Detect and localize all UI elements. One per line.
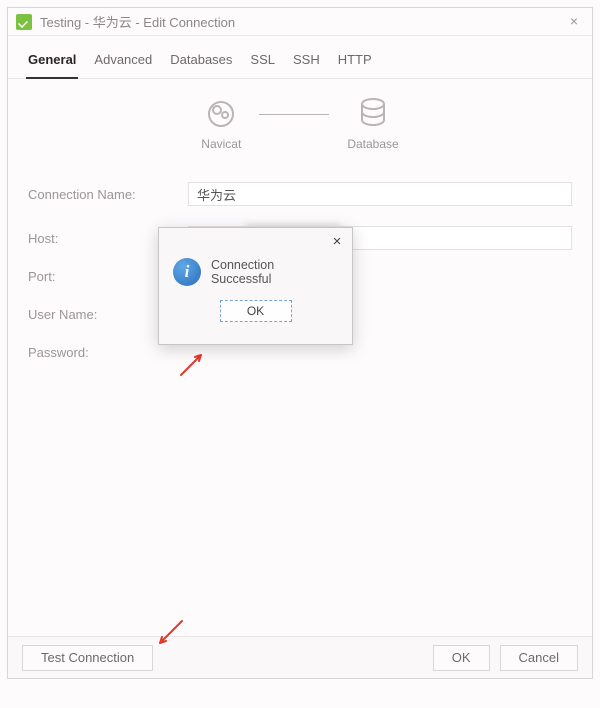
close-icon[interactable]: ×: [564, 12, 584, 32]
tab-bar: General Advanced Databases SSL SSH HTTP: [8, 36, 592, 79]
connection-result-dialog: × i Connection Successful OK: [158, 227, 353, 345]
ok-button[interactable]: OK: [433, 645, 490, 671]
footer: Test Connection OK Cancel: [8, 636, 592, 678]
window-title: Testing - 华为云 - Edit Connection: [40, 12, 564, 31]
dialog-close-icon[interactable]: ×: [328, 234, 346, 252]
tab-http[interactable]: HTTP: [336, 46, 374, 78]
tab-databases[interactable]: Databases: [168, 46, 234, 78]
diagram-database-label: Database: [347, 137, 398, 151]
titlebar: Testing - 华为云 - Edit Connection ×: [8, 8, 592, 36]
dialog-message: Connection Successful: [211, 258, 338, 286]
info-icon: i: [173, 258, 201, 286]
connection-name-input[interactable]: [188, 182, 572, 206]
tab-advanced[interactable]: Advanced: [92, 46, 154, 78]
navicat-icon: [204, 97, 238, 131]
diagram-navicat-label: Navicat: [201, 137, 241, 151]
database-icon: [358, 97, 388, 131]
password-label: Password:: [28, 345, 188, 360]
cancel-button[interactable]: Cancel: [500, 645, 578, 671]
diagram-connector: [259, 114, 329, 115]
dialog-ok-button[interactable]: OK: [220, 300, 292, 322]
tab-ssh[interactable]: SSH: [291, 46, 322, 78]
diagram-database: Database: [347, 97, 398, 151]
tab-general[interactable]: General: [26, 46, 78, 79]
test-connection-button[interactable]: Test Connection: [22, 645, 153, 671]
connection-name-label: Connection Name:: [28, 187, 188, 202]
app-icon: [16, 14, 32, 30]
diagram-navicat: Navicat: [201, 97, 241, 151]
tab-ssl[interactable]: SSL: [248, 46, 277, 78]
connection-diagram: Navicat Database: [8, 79, 592, 161]
